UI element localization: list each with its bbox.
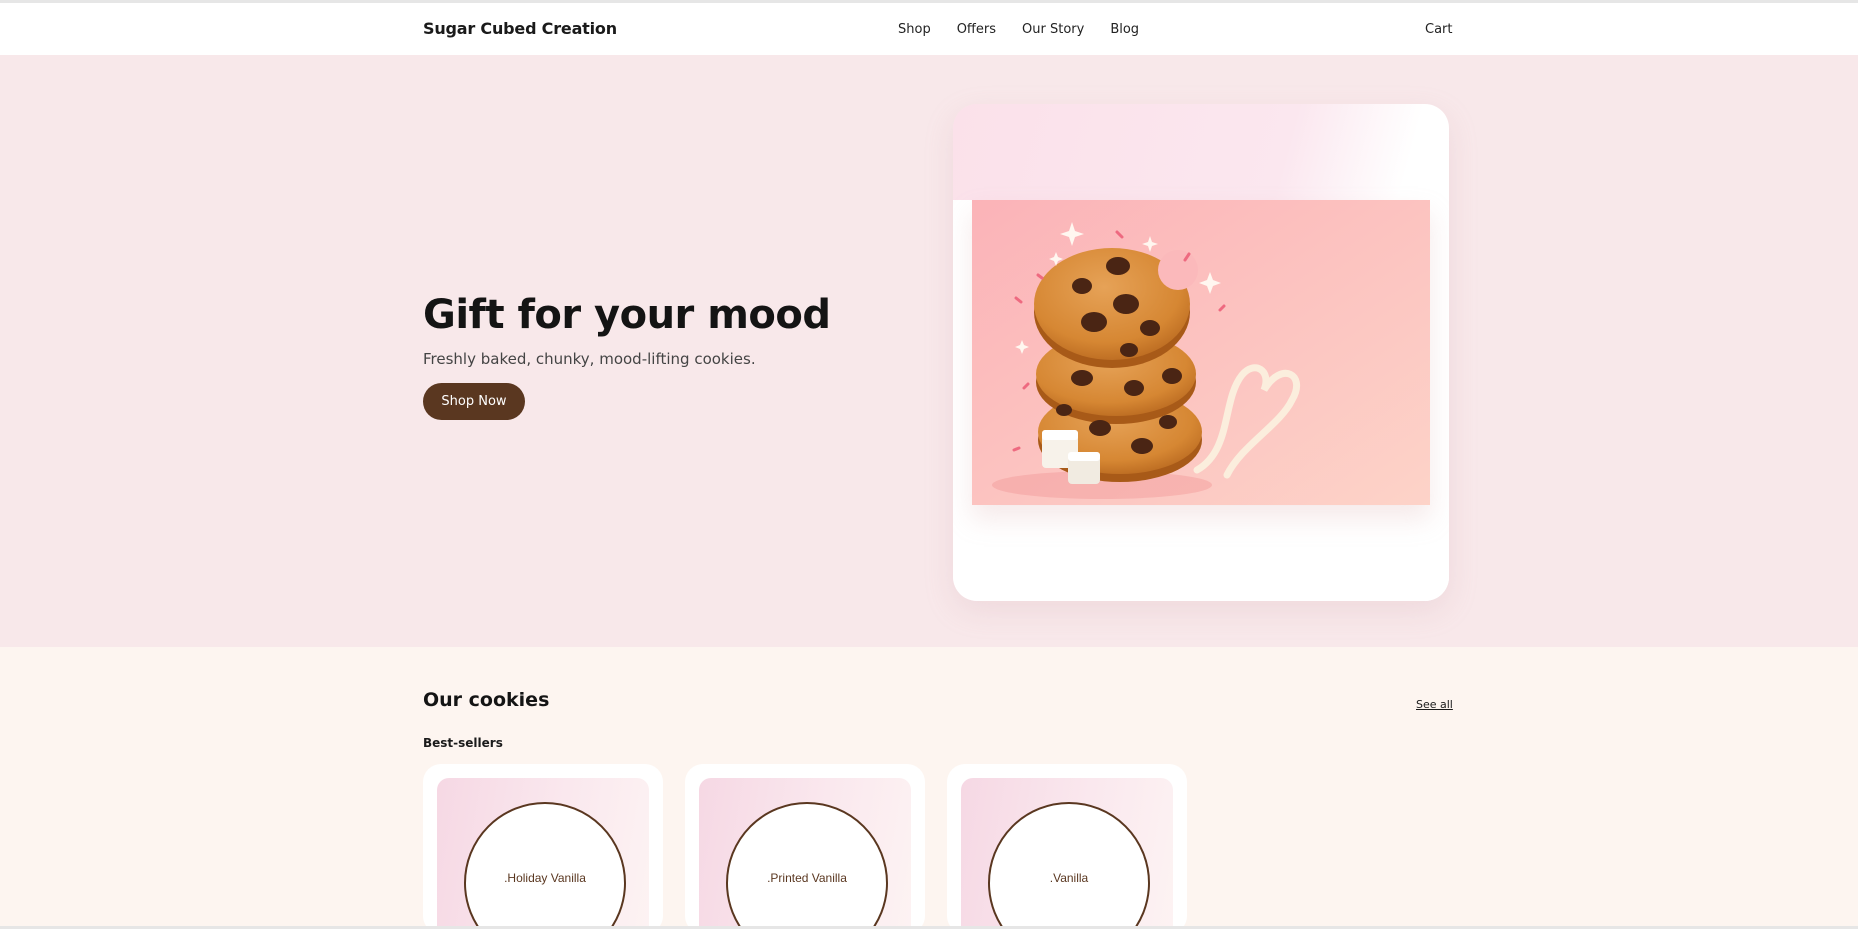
main-nav: Shop Offers Our Story Blog <box>898 22 1165 37</box>
product-card-printed-vanilla[interactable]: .Printed Vanilla <box>685 764 925 929</box>
nav-blog[interactable]: Blog <box>1110 22 1139 37</box>
see-all-link[interactable]: See all <box>1416 698 1453 711</box>
brand-logo-link[interactable]: Sugar Cubed Creation <box>423 19 617 38</box>
nav-our-story[interactable]: Our Story <box>1022 22 1084 37</box>
cookie-stack-image <box>972 200 1430 505</box>
hero-title: Gift for your mood <box>423 292 831 338</box>
product-image-area: .Printed Vanilla <box>699 778 911 929</box>
product-image-placeholder: .Printed Vanilla <box>726 802 888 929</box>
product-name: .Holiday Vanilla <box>504 871 586 885</box>
product-card-vanilla[interactable]: .Vanilla <box>947 764 1187 929</box>
hero-image-card <box>953 104 1449 601</box>
our-cookies-title: Our cookies <box>423 689 550 711</box>
product-image-area: .Holiday Vanilla <box>437 778 649 929</box>
product-image-area: .Vanilla <box>961 778 1173 929</box>
product-name: .Printed Vanilla <box>767 871 847 885</box>
product-name: .Vanilla <box>1049 871 1089 885</box>
cart-link[interactable]: Cart <box>1425 22 1453 37</box>
nav-shop[interactable]: Shop <box>898 22 931 37</box>
shop-now-button[interactable]: Shop Now <box>423 383 525 420</box>
product-image-placeholder: .Holiday Vanilla <box>464 802 626 929</box>
best-sellers-heading: Best-sellers <box>423 736 503 750</box>
hero-section: Gift for your mood Freshly baked, chunky… <box>0 55 1858 647</box>
nav-offers[interactable]: Offers <box>957 22 996 37</box>
site-header: Sugar Cubed Creation Shop Offers Our Sto… <box>0 3 1858 55</box>
product-card-holiday-vanilla[interactable]: .Holiday Vanilla <box>423 764 663 929</box>
hero-subtitle: Freshly baked, chunky, mood-lifting cook… <box>423 350 756 368</box>
product-image-placeholder: .Vanilla <box>988 802 1150 929</box>
